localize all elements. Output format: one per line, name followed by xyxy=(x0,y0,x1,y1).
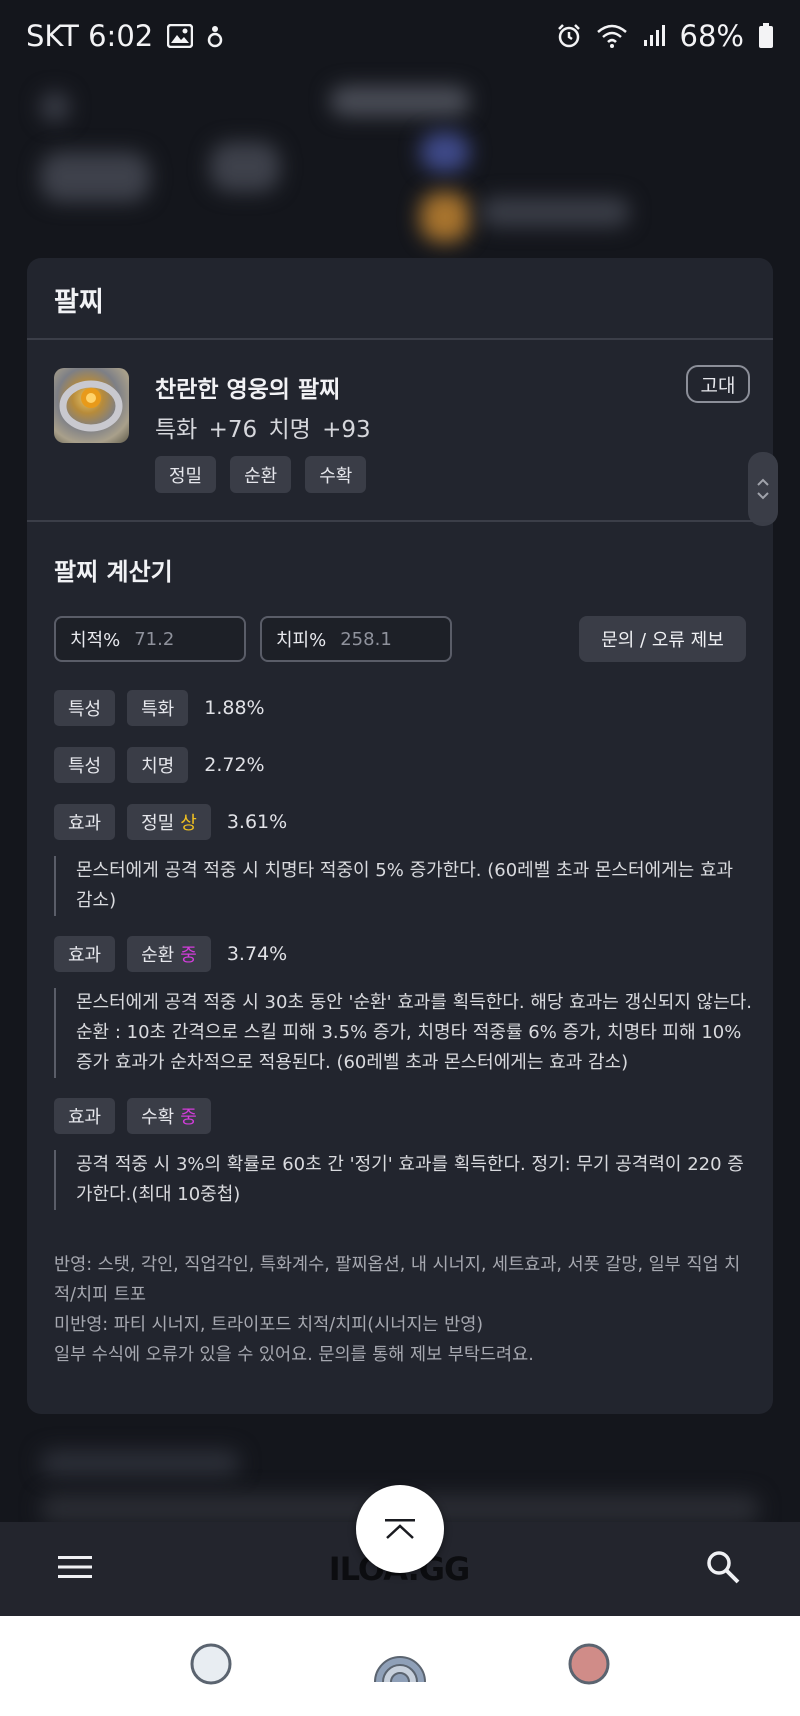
scroll-top-icon xyxy=(385,1519,415,1539)
row-name-tag: 정밀 상 xyxy=(127,804,211,840)
calculator-title: 팔찌 계산기 xyxy=(54,558,173,586)
effect-description: 공격 적중 시 3%의 확률로 60초 간 '정기' 효과를 획득한다. 정기:… xyxy=(54,1150,754,1210)
bracelet-card: 팔찌 찬란한 영웅의 팔찌 특화 +76 치명 +93 고대 정밀 순환 수확 … xyxy=(27,258,778,1414)
wifi-icon xyxy=(596,24,628,48)
row-value: 3.61% xyxy=(226,811,288,833)
result-row: 특성 치명 2.72% xyxy=(54,747,265,783)
calculator-notes: 반영: 스탯, 각인, 직업각인, 특화계수, 팔찌옵션, 내 시너지, 세트효… xyxy=(54,1250,744,1370)
row-name-tag: 수확 중 xyxy=(127,1098,211,1134)
row-type-tag: 효과 xyxy=(54,804,116,840)
result-row: 효과 수확 중 xyxy=(54,1098,211,1134)
status-right: 68% xyxy=(556,19,774,53)
battery-percent: 68% xyxy=(679,19,744,53)
section-title: 팔찌 xyxy=(54,287,104,318)
crit-rate-value: 71.2 xyxy=(134,628,175,650)
gallery-icon xyxy=(167,24,194,48)
row-type-tag: 효과 xyxy=(54,936,116,972)
row-name-tag: 특화 xyxy=(127,690,189,726)
app-circle-icon[interactable] xyxy=(189,1642,233,1690)
scroll-handle[interactable] xyxy=(748,452,778,526)
chevron-down-icon xyxy=(757,492,769,500)
row-name: 수확 xyxy=(141,1107,175,1128)
row-value: 1.88% xyxy=(204,697,265,719)
crit-rate-input[interactable]: 치적% 71.2 xyxy=(54,616,246,662)
status-bar: SKT 6:02 68% xyxy=(0,0,800,72)
effect-description: 몬스터에게 공격 적중 시 30초 동안 '순환' 효과를 획득한다. 해당 효… xyxy=(54,988,754,1078)
grade-label: 상 xyxy=(180,813,197,834)
grade-label: 중 xyxy=(180,1107,197,1128)
system-navigation-bar xyxy=(0,1616,800,1716)
result-row: 효과 순환 중 3.74% xyxy=(54,936,287,972)
chevron-up-icon xyxy=(757,478,769,486)
crit-damage-input[interactable]: 치피% 258.1 xyxy=(260,616,452,662)
result-row: 특성 특화 1.88% xyxy=(54,690,265,726)
note-not-reflected: 미반영: 파티 시너지, 트라이포드 치적/치피(시너지는 반영) xyxy=(54,1315,484,1335)
note-disclaimer: 일부 수식에 오류가 있을 수 있어요. 문의를 통해 제보 부탁드려요. xyxy=(54,1345,534,1365)
home-rainbow-icon[interactable] xyxy=(372,1644,428,1688)
chip-cycle: 순환 xyxy=(230,456,292,493)
carrier-time: SKT 6:02 xyxy=(26,19,154,53)
divider xyxy=(27,520,773,522)
divider xyxy=(27,338,773,340)
note-reflected: 반영: 스탯, 각인, 직업각인, 특화계수, 팔찌옵션, 내 시너지, 세트효… xyxy=(54,1255,741,1305)
chip-precision: 정밀 xyxy=(155,456,217,493)
row-value: 2.72% xyxy=(204,754,265,776)
effect-description: 몬스터에게 공격 적중 시 치명타 적중이 5% 증가한다. (60레벨 초과 … xyxy=(54,856,754,916)
scroll-top-button[interactable] xyxy=(356,1485,444,1573)
crit-rate-label: 치적% xyxy=(70,630,121,651)
row-name: 정밀 xyxy=(141,813,175,834)
crit-damage-label: 치피% xyxy=(276,630,327,651)
row-name-tag: 순환 중 xyxy=(127,936,211,972)
effect-chips: 정밀 순환 수확 xyxy=(155,456,367,493)
status-left: SKT 6:02 xyxy=(26,19,223,53)
report-button[interactable]: 문의 / 오류 제보 xyxy=(579,616,746,662)
signal-icon xyxy=(642,24,666,48)
alarm-icon xyxy=(556,23,582,49)
row-name-tag: 치명 xyxy=(127,747,189,783)
item-stats: 특화 +76 치명 +93 xyxy=(155,417,371,443)
battery-icon xyxy=(758,23,774,49)
bracelet-image xyxy=(54,368,129,443)
row-type-tag: 특성 xyxy=(54,690,116,726)
grade-label: 중 xyxy=(180,945,197,966)
chip-harvest: 수확 xyxy=(305,456,367,493)
result-row: 효과 정밀 상 3.61% xyxy=(54,804,287,840)
grade-badge: 고대 xyxy=(686,365,750,403)
app-circle-icon[interactable] xyxy=(567,1642,611,1690)
blurred-background xyxy=(0,72,800,272)
hamburger-menu-icon[interactable] xyxy=(58,1555,92,1583)
search-icon[interactable] xyxy=(706,1550,740,1588)
crit-damage-value: 258.1 xyxy=(340,628,392,650)
row-value: 3.74% xyxy=(226,943,288,965)
flame-notification-icon xyxy=(207,24,223,48)
row-name: 순환 xyxy=(141,945,175,966)
item-name: 찬란한 영웅의 팔찌 xyxy=(155,377,341,403)
row-type-tag: 효과 xyxy=(54,1098,116,1134)
row-type-tag: 특성 xyxy=(54,747,116,783)
